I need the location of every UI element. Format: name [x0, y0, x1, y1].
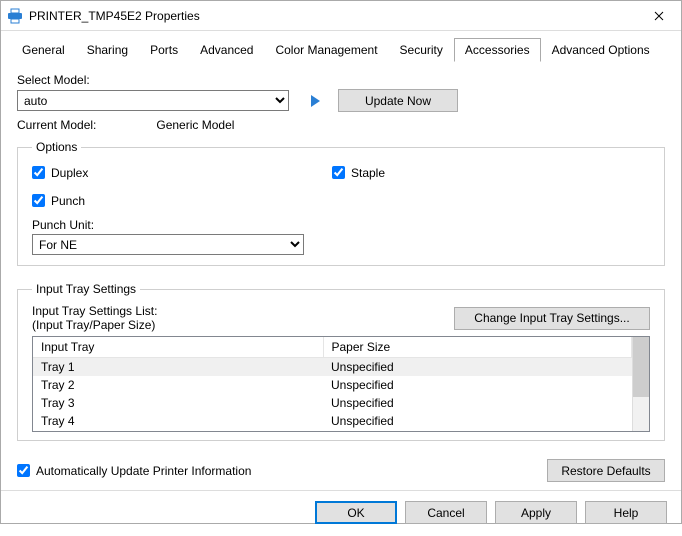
auto-update-checkbox-label[interactable]: Automatically Update Printer Information [17, 464, 251, 478]
tray-scrollbar[interactable] [632, 337, 649, 431]
table-row[interactable]: Tray 3Unspecified [33, 394, 632, 412]
select-model-label: Select Model: [17, 73, 665, 87]
tab-security[interactable]: Security [389, 38, 454, 62]
tab-color-management[interactable]: Color Management [264, 38, 388, 62]
tabstrip: GeneralSharingPortsAdvancedColor Managem… [1, 31, 681, 61]
play-icon[interactable] [311, 95, 320, 107]
help-button[interactable]: Help [585, 501, 667, 524]
auto-update-checkbox[interactable] [17, 464, 30, 477]
table-row[interactable]: Tray 1Unspecified [33, 358, 632, 377]
options-legend: Options [32, 140, 81, 154]
tray-legend: Input Tray Settings [32, 282, 140, 296]
punch-unit-label: Punch Unit: [32, 218, 650, 232]
select-model-combo[interactable]: auto [17, 90, 289, 111]
col-input-tray[interactable]: Input Tray [33, 337, 323, 358]
duplex-checkbox[interactable] [32, 166, 45, 179]
punch-checkbox-label[interactable]: Punch [32, 194, 332, 208]
update-now-button[interactable]: Update Now [338, 89, 458, 112]
staple-checkbox-label[interactable]: Staple [332, 166, 385, 180]
punch-checkbox[interactable] [32, 194, 45, 207]
options-group: Options Duplex Punch Staple Punch Unit: … [17, 140, 665, 266]
tab-sharing[interactable]: Sharing [76, 38, 139, 62]
tab-accessories[interactable]: Accessories [454, 38, 541, 62]
dialog-window: PRINTER_TMP45E2 Properties GeneralSharin… [0, 0, 682, 524]
tray-table: Input Tray Paper Size Tray 1UnspecifiedT… [32, 336, 650, 432]
tray-list-sublabel: (Input Tray/Paper Size) [32, 318, 454, 332]
punch-unit-combo[interactable]: For NE [32, 234, 304, 255]
tray-group: Input Tray Settings Input Tray Settings … [17, 282, 665, 441]
ok-button[interactable]: OK [315, 501, 397, 524]
apply-button[interactable]: Apply [495, 501, 577, 524]
tab-general[interactable]: General [11, 38, 76, 62]
duplex-checkbox-label[interactable]: Duplex [32, 166, 332, 180]
titlebar: PRINTER_TMP45E2 Properties [1, 1, 681, 31]
dialog-buttons: OK Cancel Apply Help [1, 490, 681, 536]
table-row[interactable]: Tray 5Unspecified [33, 430, 632, 431]
tab-content-accessories: Select Model: auto Update Now Current Mo… [1, 61, 681, 490]
restore-defaults-button[interactable]: Restore Defaults [547, 459, 665, 482]
tab-advanced-options[interactable]: Advanced Options [541, 38, 661, 62]
staple-checkbox[interactable] [332, 166, 345, 179]
tray-list-label: Input Tray Settings List: [32, 304, 454, 318]
close-button[interactable] [636, 1, 681, 30]
current-model-label: Current Model: [17, 118, 96, 132]
tab-ports[interactable]: Ports [139, 38, 189, 62]
printer-icon [7, 8, 23, 24]
change-tray-button[interactable]: Change Input Tray Settings... [454, 307, 650, 330]
current-model-value: Generic Model [156, 118, 234, 132]
table-row[interactable]: Tray 2Unspecified [33, 376, 632, 394]
col-paper-size[interactable]: Paper Size [323, 337, 632, 358]
window-title: PRINTER_TMP45E2 Properties [29, 9, 636, 23]
table-row[interactable]: Tray 4Unspecified [33, 412, 632, 430]
tab-advanced[interactable]: Advanced [189, 38, 264, 62]
cancel-button[interactable]: Cancel [405, 501, 487, 524]
